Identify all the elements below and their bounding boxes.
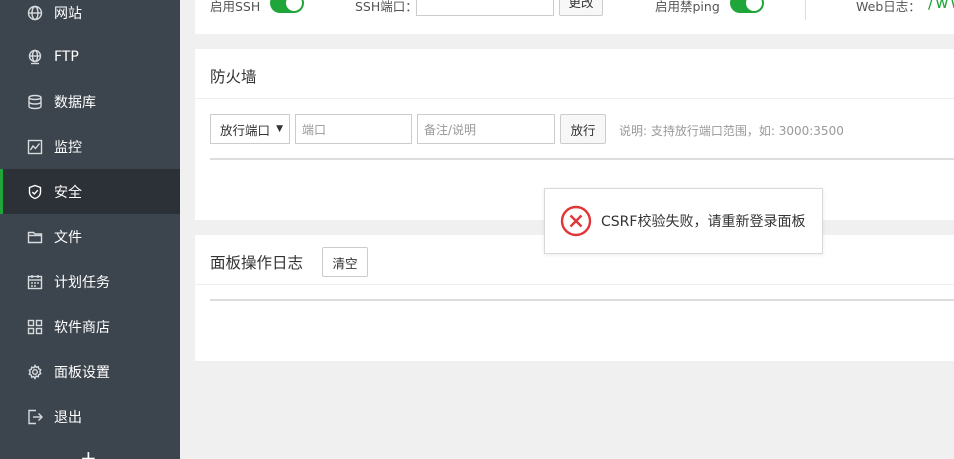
shield-check-icon bbox=[27, 184, 43, 200]
sidebar-item-label: 退出 bbox=[54, 409, 82, 426]
allow-button[interactable]: 放行 bbox=[560, 114, 606, 144]
ping-toggle[interactable] bbox=[730, 0, 764, 13]
firewall-hint: 说明: 支持放行端口范围，如: 3000:3500 bbox=[619, 124, 844, 138]
weblog-path[interactable]: /ww bbox=[928, 0, 954, 12]
sidebar-item-store[interactable]: 软件商店 bbox=[0, 304, 180, 349]
sidebar-item-label: 网站 bbox=[54, 5, 82, 22]
globe-icon bbox=[27, 5, 43, 21]
clear-log-button[interactable]: 清空 bbox=[322, 247, 368, 277]
calendar-icon bbox=[27, 274, 43, 290]
ssh-port-change-button[interactable]: 更改 bbox=[559, 0, 603, 16]
table-header-line bbox=[210, 299, 954, 301]
select-value: 放行端口 bbox=[220, 122, 271, 138]
ssh-toggle[interactable] bbox=[270, 0, 304, 13]
grid-icon bbox=[27, 319, 43, 335]
sidebar-item-settings[interactable]: 面板设置 bbox=[0, 349, 180, 394]
sidebar-item-label: 计划任务 bbox=[54, 274, 110, 291]
ftp-globe-icon bbox=[27, 49, 43, 65]
gear-icon bbox=[27, 363, 43, 380]
ssh-toggle-label: 启用SSH bbox=[210, 0, 261, 14]
ssh-port-input[interactable] bbox=[416, 0, 554, 16]
ping-toggle-label: 启用禁ping bbox=[655, 0, 720, 14]
sidebar-item-label: 监控 bbox=[54, 139, 82, 156]
error-toast: CSRF校验失败，请重新登录面板 bbox=[544, 188, 823, 254]
sidebar: 网站 FTP 数据库 监控 安全 文件 计划任务 软件商店 面板设置 退出 + bbox=[0, 0, 180, 459]
sidebar-item-label: 数据库 bbox=[54, 94, 96, 111]
sidebar-item-ftp[interactable]: FTP bbox=[0, 34, 180, 79]
sidebar-item-label: 文件 bbox=[54, 229, 82, 246]
ssh-settings-card: 启用SSH SSH端口： 更改 启用禁ping Web日志： /ww bbox=[195, 0, 954, 34]
sidebar-item-database[interactable]: 数据库 bbox=[0, 79, 180, 124]
note-input[interactable]: 备注/说明 bbox=[417, 114, 555, 144]
weblog-label: Web日志： bbox=[856, 0, 921, 14]
monitor-icon bbox=[27, 139, 43, 155]
add-icon[interactable]: + bbox=[80, 448, 97, 459]
sidebar-item-website[interactable]: 网站 bbox=[0, 0, 180, 35]
port-input[interactable]: 端口 bbox=[295, 114, 412, 144]
toast-message: CSRF校验失败，请重新登录面板 bbox=[601, 214, 806, 230]
firewall-action-select[interactable]: 放行端口 ▼ bbox=[210, 114, 290, 144]
sidebar-item-files[interactable]: 文件 bbox=[0, 214, 180, 259]
sidebar-item-cron[interactable]: 计划任务 bbox=[0, 259, 180, 304]
error-icon bbox=[560, 205, 592, 237]
ssh-port-label: SSH端口： bbox=[355, 0, 418, 14]
sidebar-item-label: 软件商店 bbox=[54, 319, 110, 336]
divider bbox=[195, 284, 954, 285]
sidebar-item-security[interactable]: 安全 bbox=[0, 169, 180, 214]
logout-icon bbox=[27, 409, 43, 425]
sidebar-item-label: 安全 bbox=[54, 184, 82, 201]
caret-down-icon: ▼ bbox=[276, 124, 283, 134]
sidebar-item-label: FTP bbox=[54, 48, 79, 65]
table-header-line bbox=[210, 158, 954, 160]
divider bbox=[805, 0, 806, 20]
firewall-title: 防火墙 bbox=[210, 68, 257, 86]
sidebar-item-monitor[interactable]: 监控 bbox=[0, 124, 180, 169]
divider bbox=[195, 98, 954, 99]
folder-icon bbox=[27, 229, 43, 245]
sidebar-item-logout[interactable]: 退出 bbox=[0, 394, 180, 439]
log-title: 面板操作日志 bbox=[210, 254, 304, 272]
sidebar-item-label: 面板设置 bbox=[54, 364, 110, 381]
database-icon bbox=[27, 94, 43, 110]
